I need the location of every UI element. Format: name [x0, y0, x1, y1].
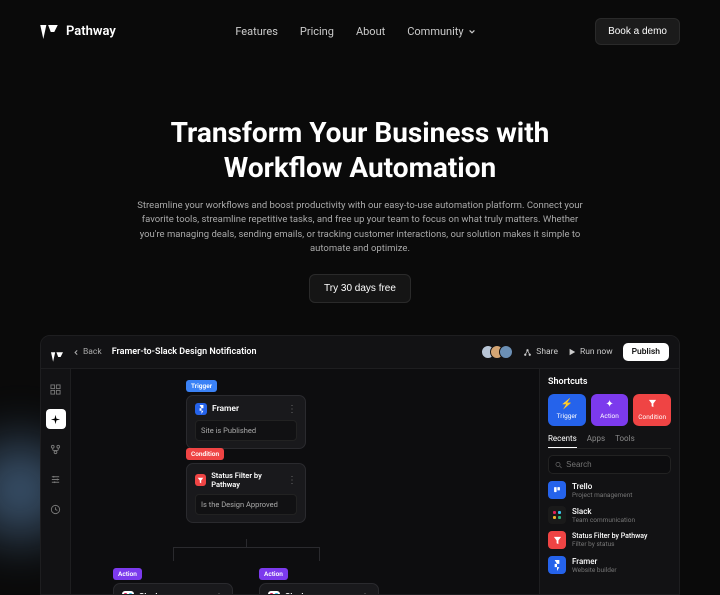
panel-title: Shortcuts	[548, 377, 671, 387]
funnel-icon	[648, 399, 657, 411]
node-tag: Condition	[186, 448, 224, 460]
node-description: Site is Published	[195, 420, 297, 441]
node-menu-icon[interactable]: ⋮	[214, 592, 224, 595]
bolt-icon: ⚡	[561, 399, 573, 410]
share-icon	[523, 348, 532, 357]
hero: Transform Your Business with Workflow Au…	[40, 63, 680, 303]
node-title: Slack	[139, 592, 160, 594]
slack-icon	[548, 506, 566, 524]
framer-icon	[548, 556, 566, 574]
share-button[interactable]: Share	[523, 347, 558, 357]
node-menu-icon[interactable]: ⋮	[287, 404, 297, 415]
shortcut-trigger[interactable]: ⚡ Trigger	[548, 394, 586, 426]
navbar: Pathway Features Pricing About Community…	[40, 0, 680, 63]
node-title: Slack	[285, 592, 306, 594]
node-condition-status[interactable]: Condition Status Filter by Pathway ⋮ Is …	[186, 441, 306, 523]
back-button[interactable]: Back	[73, 347, 102, 357]
node-title: Framer	[212, 404, 239, 414]
node-trigger-framer[interactable]: Trigger Framer ⋮ Site is Published	[186, 373, 306, 449]
chevron-down-icon	[468, 28, 476, 36]
run-button[interactable]: Run now	[568, 347, 613, 357]
integration-status-filter[interactable]: Status Filter by Pathway Filter by statu…	[548, 531, 671, 549]
brand[interactable]: Pathway	[40, 24, 116, 39]
tool-clock-icon[interactable]	[46, 499, 66, 519]
node-title: Status Filter by Pathway	[211, 471, 287, 489]
integration-trello[interactable]: Trello Project management	[548, 481, 671, 499]
tab-tools[interactable]: Tools	[615, 434, 635, 448]
search-input[interactable]	[566, 460, 664, 469]
nav-link-community[interactable]: Community	[407, 25, 475, 38]
chevron-left-icon	[73, 349, 80, 356]
workflow-title: Framer-to-Slack Design Notification	[112, 347, 257, 357]
shortcuts-panel: Shortcuts ⚡ Trigger ✦ Action Condition	[539, 369, 679, 594]
nav-link-about[interactable]: About	[356, 25, 385, 38]
connector	[246, 539, 247, 547]
node-description: Is the Design Approved	[195, 494, 297, 515]
workflow-canvas[interactable]: Trigger Framer ⋮ Site is Published	[71, 369, 539, 594]
node-action-slack-right[interactable]: Action Slack ⋮	[259, 561, 379, 594]
tab-recents[interactable]: Recents	[548, 434, 577, 448]
tool-sparkle-icon[interactable]	[46, 409, 66, 429]
connector	[173, 547, 320, 548]
node-menu-icon[interactable]: ⋮	[360, 592, 370, 595]
tab-apps[interactable]: Apps	[587, 434, 605, 448]
integration-slack[interactable]: Slack Team communication	[548, 506, 671, 524]
slack-icon	[122, 591, 134, 594]
filter-icon	[195, 474, 206, 486]
nav-link-features[interactable]: Features	[235, 25, 278, 38]
hero-title: Transform Your Business with Workflow Au…	[120, 115, 600, 185]
tool-grid-icon[interactable]	[46, 379, 66, 399]
play-icon	[568, 348, 576, 356]
node-menu-icon[interactable]: ⋮	[287, 475, 297, 486]
pathway-logo-icon	[40, 25, 58, 39]
trello-icon	[548, 481, 566, 499]
tool-branch-icon[interactable]	[46, 439, 66, 459]
node-tag: Action	[259, 568, 288, 580]
trial-button[interactable]: Try 30 days free	[309, 274, 411, 303]
app-logo-icon	[51, 347, 63, 357]
tool-sidebar	[41, 369, 71, 594]
app-topbar: Back Framer-to-Slack Design Notification…	[41, 336, 679, 369]
slack-icon	[268, 591, 280, 594]
nav-link-community-label: Community	[407, 25, 463, 38]
nav-links: Features Pricing About Community	[235, 25, 475, 38]
collaborator-avatars[interactable]	[481, 345, 513, 359]
search-icon	[555, 461, 562, 469]
connector	[173, 547, 174, 561]
sparkle-icon: ✦	[605, 399, 613, 410]
hero-subtitle: Streamline your workflows and boost prod…	[130, 199, 590, 256]
connector	[319, 547, 320, 561]
node-tag: Action	[113, 568, 142, 580]
publish-button[interactable]: Publish	[623, 343, 669, 361]
nav-link-pricing[interactable]: Pricing	[300, 25, 334, 38]
tool-settings-icon[interactable]	[46, 469, 66, 489]
node-action-slack-left[interactable]: Action Slack ⋮	[113, 561, 233, 594]
brand-name: Pathway	[66, 24, 116, 39]
node-tag: Trigger	[186, 380, 217, 392]
integration-framer[interactable]: Framer Website builder	[548, 556, 671, 574]
book-demo-button[interactable]: Book a demo	[595, 18, 680, 45]
framer-icon	[195, 403, 207, 415]
app-preview: Back Framer-to-Slack Design Notification…	[40, 335, 680, 595]
filter-icon	[548, 531, 566, 549]
back-label: Back	[83, 347, 102, 357]
avatar	[499, 345, 513, 359]
shortcut-condition[interactable]: Condition	[633, 394, 671, 426]
shortcut-action[interactable]: ✦ Action	[591, 394, 629, 426]
search-box[interactable]	[548, 455, 671, 474]
